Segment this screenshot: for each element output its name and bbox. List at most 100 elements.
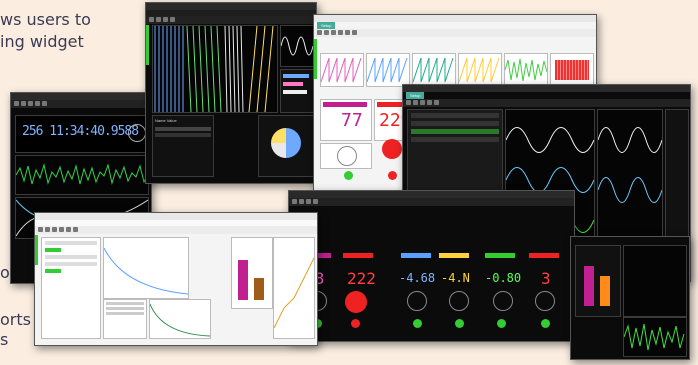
noise-plot-panel bbox=[152, 25, 278, 113]
seg-value-blue: -4.68 bbox=[399, 271, 436, 285]
tool-icon[interactable] bbox=[21, 101, 26, 106]
tool-icon[interactable] bbox=[59, 227, 64, 232]
settings-row[interactable] bbox=[411, 121, 499, 126]
tool-icon[interactable] bbox=[28, 101, 33, 106]
tool-icon[interactable] bbox=[38, 227, 43, 232]
tab-strip: Setup bbox=[314, 22, 596, 29]
tool-icon[interactable] bbox=[170, 17, 175, 22]
green-lamp bbox=[413, 319, 422, 328]
tool-icon[interactable] bbox=[352, 30, 357, 35]
control-row[interactable] bbox=[45, 262, 97, 266]
seg-value-yellow: -4.N bbox=[441, 271, 470, 285]
red-lamp bbox=[351, 319, 360, 328]
toolbar bbox=[11, 100, 151, 108]
marketing-text-line-2: ing widget bbox=[0, 32, 84, 51]
control-row[interactable] bbox=[45, 255, 97, 259]
red-lamp bbox=[345, 291, 367, 313]
seg-value-green: -0.80 bbox=[485, 271, 522, 285]
tool-icon[interactable] bbox=[406, 100, 411, 105]
tool-icon[interactable] bbox=[324, 30, 329, 35]
sine-mini-plot bbox=[281, 36, 313, 56]
tool-icon[interactable] bbox=[45, 227, 50, 232]
pie-panel bbox=[258, 115, 314, 177]
bar-panel bbox=[231, 237, 273, 309]
bar bbox=[584, 266, 594, 306]
tool-icon[interactable] bbox=[317, 30, 322, 35]
table-row bbox=[106, 302, 144, 305]
trend-panel-6 bbox=[550, 53, 594, 87]
trend-panel-5 bbox=[504, 53, 548, 87]
red-noise-block bbox=[555, 60, 589, 80]
red-lamp bbox=[388, 171, 397, 180]
numeric-dashboard-window: 38 222 -4.68 -4.N -0.80 3 bbox=[288, 190, 575, 342]
green-button[interactable] bbox=[45, 248, 61, 252]
tool-icon[interactable] bbox=[413, 100, 418, 105]
gauge-icon bbox=[493, 291, 513, 311]
light-analysis-window bbox=[34, 212, 318, 346]
waveform-panel bbox=[15, 155, 149, 195]
window-titlebar[interactable] bbox=[403, 85, 690, 92]
trend-plot bbox=[321, 57, 362, 83]
tool-icon[interactable] bbox=[427, 100, 432, 105]
green-lamp bbox=[455, 319, 464, 328]
color-bar-yellow bbox=[439, 253, 469, 258]
window-titlebar[interactable] bbox=[314, 15, 596, 22]
control-row[interactable] bbox=[45, 241, 97, 245]
tool-icon[interactable] bbox=[73, 227, 78, 232]
gauge-icon bbox=[535, 291, 555, 311]
trend-panel-2 bbox=[366, 53, 410, 87]
tool-icon[interactable] bbox=[35, 101, 40, 106]
indicator-bar bbox=[283, 90, 307, 94]
bar-indicators bbox=[280, 69, 314, 113]
green-button[interactable] bbox=[45, 269, 61, 273]
window-titlebar[interactable] bbox=[146, 3, 316, 10]
tool-icon[interactable] bbox=[420, 100, 425, 105]
tool-icon[interactable] bbox=[42, 101, 47, 106]
table-row bbox=[106, 312, 144, 315]
tool-icon[interactable] bbox=[331, 30, 336, 35]
color-bar-green bbox=[485, 253, 515, 258]
settings-row[interactable] bbox=[411, 113, 499, 118]
waveform-plot bbox=[16, 163, 148, 185]
tool-icon[interactable] bbox=[163, 17, 168, 22]
seg-value-red: 222 bbox=[347, 269, 376, 288]
gauge-icon bbox=[128, 124, 146, 142]
status-strip bbox=[146, 25, 149, 65]
tool-icon[interactable] bbox=[313, 199, 318, 204]
tool-icon[interactable] bbox=[306, 199, 311, 204]
status-strip bbox=[35, 235, 38, 265]
data-table-panel bbox=[103, 299, 147, 339]
trend-plot bbox=[459, 57, 500, 83]
tool-icon[interactable] bbox=[149, 17, 154, 22]
color-bar-red bbox=[343, 253, 373, 258]
window-titlebar[interactable] bbox=[289, 191, 574, 198]
tool-icon[interactable] bbox=[345, 30, 350, 35]
tool-icon[interactable] bbox=[434, 100, 439, 105]
settings-row[interactable] bbox=[411, 137, 499, 142]
bar-chart-panel bbox=[575, 245, 621, 317]
toolbar bbox=[289, 198, 574, 206]
noise-plot bbox=[154, 26, 274, 112]
decay-plot bbox=[150, 303, 210, 337]
tool-icon[interactable] bbox=[52, 227, 57, 232]
tool-icon[interactable] bbox=[14, 101, 19, 106]
trend-panel bbox=[273, 237, 315, 339]
window-titlebar[interactable] bbox=[35, 213, 317, 220]
color-bar-blue bbox=[401, 253, 431, 258]
curve-plot bbox=[104, 247, 188, 295]
trend-plot bbox=[274, 257, 314, 329]
tool-icon[interactable] bbox=[292, 199, 297, 204]
tab-setup[interactable]: Setup bbox=[406, 92, 425, 99]
tool-icon[interactable] bbox=[66, 227, 71, 232]
table-row bbox=[106, 307, 144, 310]
tool-icon[interactable] bbox=[338, 30, 343, 35]
green-lamp bbox=[344, 171, 353, 180]
window-titlebar[interactable] bbox=[11, 93, 151, 100]
magenta-bar bbox=[323, 102, 367, 107]
settings-row[interactable] bbox=[411, 129, 499, 134]
tab-setup[interactable]: Setup bbox=[317, 22, 336, 29]
tool-icon[interactable] bbox=[156, 17, 161, 22]
indicator-bar bbox=[283, 74, 309, 78]
noise-plot bbox=[624, 323, 685, 351]
tool-icon[interactable] bbox=[299, 199, 304, 204]
